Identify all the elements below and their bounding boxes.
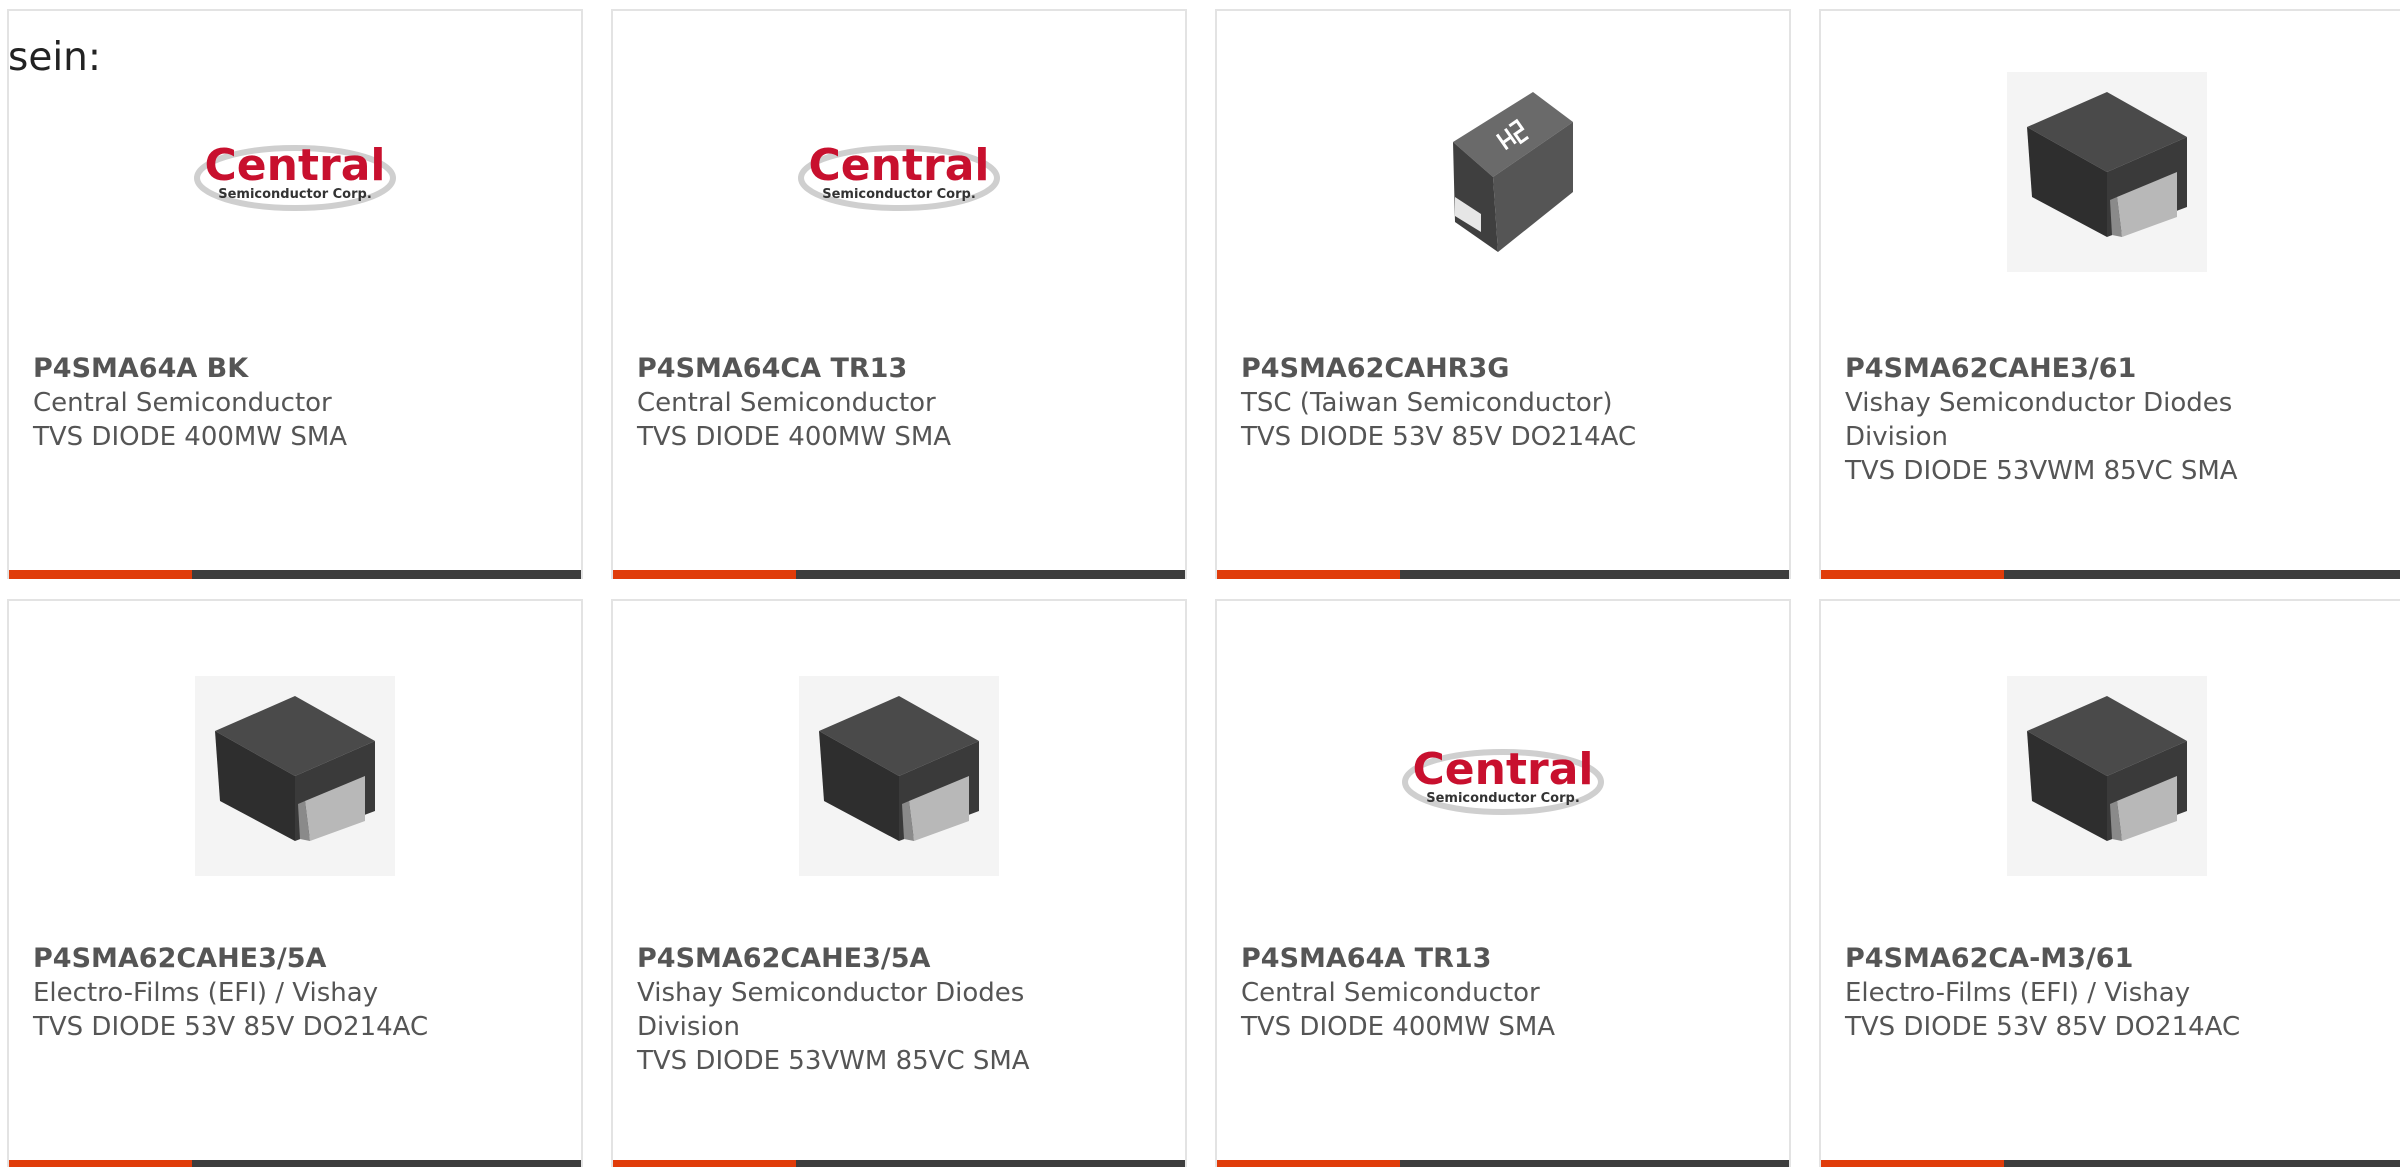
sma-diode-photo bbox=[195, 676, 395, 876]
tsc-diode-photo bbox=[1453, 92, 1573, 252]
card-accent-bar bbox=[613, 1160, 796, 1167]
card-accent-bar bbox=[1821, 570, 2004, 579]
card-bottom-bar bbox=[1821, 1160, 2400, 1167]
product-info: P4SMA62CAHR3G TSC (Taiwan Semiconductor)… bbox=[1241, 352, 1765, 454]
card-accent-bar bbox=[1217, 570, 1400, 579]
manufacturer-name: Central Semiconductor bbox=[637, 388, 936, 418]
product-description: TVS DIODE 53VWM 85VC SMA bbox=[637, 1046, 1030, 1076]
part-number-link[interactable]: P4SMA62CAHR3G bbox=[1241, 353, 1509, 384]
central-semiconductor-logo: Central Semiconductor Corp. bbox=[194, 140, 396, 211]
product-description: TVS DIODE 53V 85V DO214AC bbox=[33, 1012, 429, 1042]
product-info: P4SMA64A TR13 Central Semiconductor TVS … bbox=[1241, 942, 1765, 1044]
lead-text: sein: bbox=[8, 35, 102, 80]
product-image[interactable] bbox=[1821, 67, 2393, 277]
product-info: P4SMA64CA TR13 Central Semiconductor TVS… bbox=[637, 352, 1161, 454]
manufacturer-name: Electro-Films (EFI) / Vishay bbox=[33, 978, 379, 1008]
card-accent-bar bbox=[9, 570, 192, 579]
card-accent-bar bbox=[1821, 1160, 2004, 1167]
card-bottom-bar bbox=[1217, 570, 1789, 579]
card-accent-bar bbox=[613, 570, 796, 579]
product-card[interactable]: Central Semiconductor Corp. P4SMA64A BK … bbox=[7, 9, 583, 579]
manufacturer-name: Electro-Films (EFI) / Vishay bbox=[1845, 978, 2191, 1008]
product-image[interactable]: Central Semiconductor Corp. bbox=[613, 67, 1185, 277]
card-accent-bar bbox=[9, 1160, 192, 1167]
product-image[interactable] bbox=[1217, 67, 1789, 277]
central-semiconductor-logo: Central Semiconductor Corp. bbox=[798, 140, 1000, 211]
part-number-link[interactable]: P4SMA62CA-M3/61 bbox=[1845, 943, 2133, 974]
card-bottom-bar bbox=[9, 1160, 581, 1167]
sma-diode-photo bbox=[799, 676, 999, 876]
manufacturer-name: TSC (Taiwan Semiconductor) bbox=[1241, 388, 1613, 418]
product-image[interactable] bbox=[9, 671, 581, 881]
svg-text:Semiconductor Corp.: Semiconductor Corp. bbox=[1426, 791, 1580, 806]
svg-text:Central: Central bbox=[809, 140, 990, 191]
product-info: P4SMA62CAHE3/61 Vishay Semiconductor Dio… bbox=[1845, 352, 2383, 488]
product-info: P4SMA62CA-M3/61 Electro-Films (EFI) / Vi… bbox=[1845, 942, 2383, 1044]
product-image[interactable]: Central Semiconductor Corp. bbox=[9, 67, 581, 277]
product-card[interactable]: P4SMA62CAHE3/5A Vishay Semiconductor Dio… bbox=[611, 599, 1187, 1167]
svg-text:Semiconductor Corp.: Semiconductor Corp. bbox=[218, 187, 372, 202]
product-description: TVS DIODE 53VWM 85VC SMA bbox=[1845, 456, 2238, 486]
part-number-link[interactable]: P4SMA62CAHE3/5A bbox=[637, 943, 930, 974]
part-number-link[interactable]: P4SMA64A TR13 bbox=[1241, 943, 1491, 974]
manufacturer-name: Vishay Semiconductor Diodes Division bbox=[637, 978, 1025, 1042]
product-description: TVS DIODE 400MW SMA bbox=[637, 422, 952, 452]
part-number-link[interactable]: P4SMA64A BK bbox=[33, 353, 248, 384]
product-card[interactable]: Central Semiconductor Corp. P4SMA64CA TR… bbox=[611, 9, 1187, 579]
product-image[interactable]: Central Semiconductor Corp. bbox=[1217, 671, 1789, 881]
product-description: TVS DIODE 53V 85V DO214AC bbox=[1845, 1012, 2241, 1042]
manufacturer-name: Central Semiconductor bbox=[1241, 978, 1540, 1008]
product-description: TVS DIODE 53V 85V DO214AC bbox=[1241, 422, 1637, 452]
card-bottom-bar bbox=[613, 1160, 1185, 1167]
product-card[interactable]: Central Semiconductor Corp. P4SMA64A TR1… bbox=[1215, 599, 1791, 1167]
product-card[interactable]: P4SMA62CA-M3/61 Electro-Films (EFI) / Vi… bbox=[1819, 599, 2400, 1167]
manufacturer-name: Central Semiconductor bbox=[33, 388, 332, 418]
product-card[interactable]: P4SMA62CAHE3/5A Electro-Films (EFI) / Vi… bbox=[7, 599, 583, 1167]
card-accent-bar bbox=[1217, 1160, 1400, 1167]
sma-diode-photo bbox=[2007, 72, 2207, 272]
card-bottom-bar bbox=[1217, 1160, 1789, 1167]
product-card[interactable]: P4SMA62CAHR3G TSC (Taiwan Semiconductor)… bbox=[1215, 9, 1791, 579]
card-bottom-bar bbox=[9, 570, 581, 579]
card-bottom-bar bbox=[1821, 570, 2400, 579]
part-number-link[interactable]: P4SMA62CAHE3/61 bbox=[1845, 353, 2136, 384]
card-bottom-bar bbox=[613, 570, 1185, 579]
svg-text:Semiconductor Corp.: Semiconductor Corp. bbox=[822, 187, 976, 202]
product-description: TVS DIODE 400MW SMA bbox=[1241, 1012, 1556, 1042]
product-image[interactable] bbox=[1821, 671, 2393, 881]
product-info: P4SMA62CAHE3/5A Electro-Films (EFI) / Vi… bbox=[33, 942, 557, 1044]
svg-text:Central: Central bbox=[205, 140, 386, 191]
product-image[interactable] bbox=[613, 671, 1185, 881]
product-description: TVS DIODE 400MW SMA bbox=[33, 422, 348, 452]
svg-text:Central: Central bbox=[1413, 744, 1594, 795]
product-info: P4SMA64A BK Central Semiconductor TVS DI… bbox=[33, 352, 557, 454]
manufacturer-name: Vishay Semiconductor Diodes Division bbox=[1845, 388, 2233, 452]
product-info: P4SMA62CAHE3/5A Vishay Semiconductor Dio… bbox=[637, 942, 1161, 1078]
product-grid-page: sein: Central Semiconductor Corp. P4SMA6… bbox=[0, 0, 2400, 1167]
product-card[interactable]: P4SMA62CAHE3/61 Vishay Semiconductor Dio… bbox=[1819, 9, 2400, 579]
part-number-link[interactable]: P4SMA62CAHE3/5A bbox=[33, 943, 326, 974]
part-number-link[interactable]: P4SMA64CA TR13 bbox=[637, 353, 907, 384]
sma-diode-photo bbox=[2007, 676, 2207, 876]
central-semiconductor-logo: Central Semiconductor Corp. bbox=[1402, 744, 1604, 815]
